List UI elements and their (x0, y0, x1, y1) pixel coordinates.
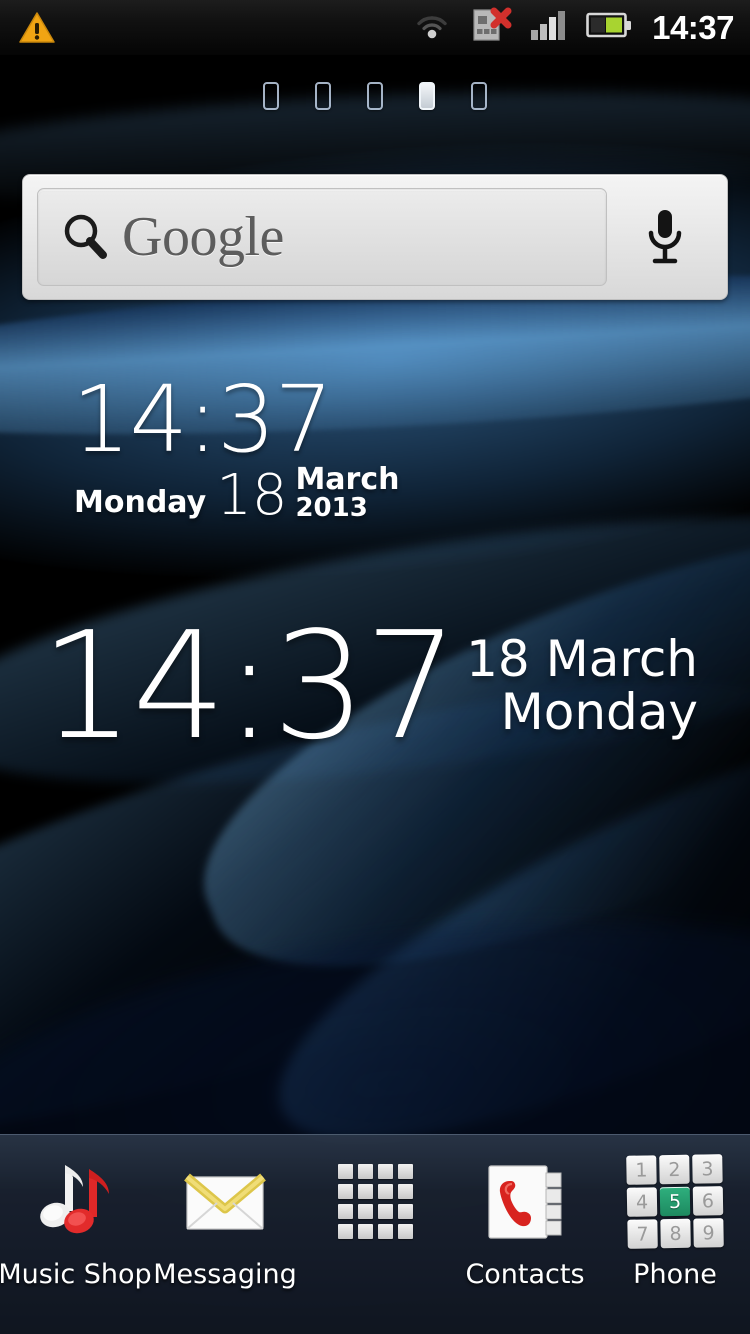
status-bar[interactable]: 14:37 (0, 0, 750, 55)
keypad-key-5-active: 5 (659, 1186, 691, 1216)
google-search-widget[interactable]: Google (22, 174, 728, 300)
home-screen: 14:37 Google 14:37 Monday 18 March 2013 … (0, 0, 750, 1334)
status-bar-clock: 14:37 (652, 9, 734, 46)
keypad-key-7: 7 (627, 1218, 658, 1249)
keypad-key-2: 2 (659, 1154, 690, 1184)
clock-large-date: 18 March (466, 630, 698, 689)
microphone-icon[interactable] (641, 206, 689, 268)
clock-widget-large[interactable]: 14:37 18 March Monday (40, 600, 720, 772)
dock-label-music-shop: Music Shop (0, 1259, 152, 1290)
keypad-key-1: 1 (626, 1154, 657, 1185)
music-note-icon (27, 1153, 123, 1249)
page-dot-4-active[interactable] (419, 82, 435, 110)
page-dot-5[interactable] (471, 82, 487, 110)
clock-large-day: Monday (500, 683, 698, 742)
wifi-icon (412, 8, 452, 47)
status-bar-right: 14:37 (412, 6, 750, 49)
page-dot-3[interactable] (367, 82, 383, 110)
clock-small-year: 2013 (295, 493, 368, 524)
dock-item-app-drawer[interactable] (300, 1135, 450, 1259)
contacts-card-icon (477, 1153, 573, 1249)
keypad-key-8: 8 (660, 1218, 691, 1248)
search-input[interactable]: Google (37, 188, 607, 286)
dock: Music Shop Messaging Contacts 1 2 3 4 5 … (0, 1134, 750, 1334)
warning-icon (18, 11, 56, 45)
sim-error-icon (468, 6, 512, 49)
grid-cells (337, 1163, 413, 1239)
page-indicator (0, 82, 750, 110)
envelope-icon (177, 1153, 273, 1249)
battery-icon (586, 10, 632, 45)
keypad-key-9: 9 (693, 1217, 724, 1248)
dock-label-contacts: Contacts (465, 1259, 585, 1290)
clock-small-date: 18 (216, 462, 288, 528)
magnifier-icon (60, 211, 112, 263)
dock-label-phone: Phone (633, 1259, 717, 1290)
dock-item-contacts[interactable]: Contacts (450, 1135, 600, 1290)
signal-icon (528, 8, 570, 47)
clock-small-datebar: Monday 18 March 2013 (72, 461, 400, 528)
dock-label-messaging: Messaging (153, 1259, 297, 1290)
keypad-key-3: 3 (692, 1153, 723, 1184)
app-drawer-grid-icon (327, 1153, 423, 1249)
clock-large-datebox: 18 March Monday (466, 633, 720, 739)
clock-widget-small[interactable]: 14:37 Monday 18 March 2013 (72, 366, 400, 528)
keypad-key-6: 6 (692, 1185, 724, 1216)
page-dot-1[interactable] (263, 82, 279, 110)
keypad-key-4: 4 (626, 1186, 658, 1217)
dock-item-messaging[interactable]: Messaging (150, 1135, 300, 1290)
clock-small-month: March (295, 461, 400, 497)
clock-small-day: Monday (74, 485, 207, 521)
dock-item-music-shop[interactable]: Music Shop (0, 1135, 152, 1290)
keypad-grid: 1 2 3 4 5 6 7 8 9 (626, 1153, 724, 1249)
keypad-icon: 1 2 3 4 5 6 7 8 9 (626, 1153, 724, 1249)
clock-large-time: 14:37 (40, 600, 459, 772)
page-dot-2[interactable] (315, 82, 331, 110)
clock-small-time: 14:37 (72, 366, 333, 473)
search-placeholder-label: Google (122, 206, 284, 268)
dock-item-phone[interactable]: 1 2 3 4 5 6 7 8 9 Phone (600, 1135, 750, 1290)
status-bar-left (0, 11, 56, 45)
clock-small-month-year: March 2013 (295, 461, 400, 524)
